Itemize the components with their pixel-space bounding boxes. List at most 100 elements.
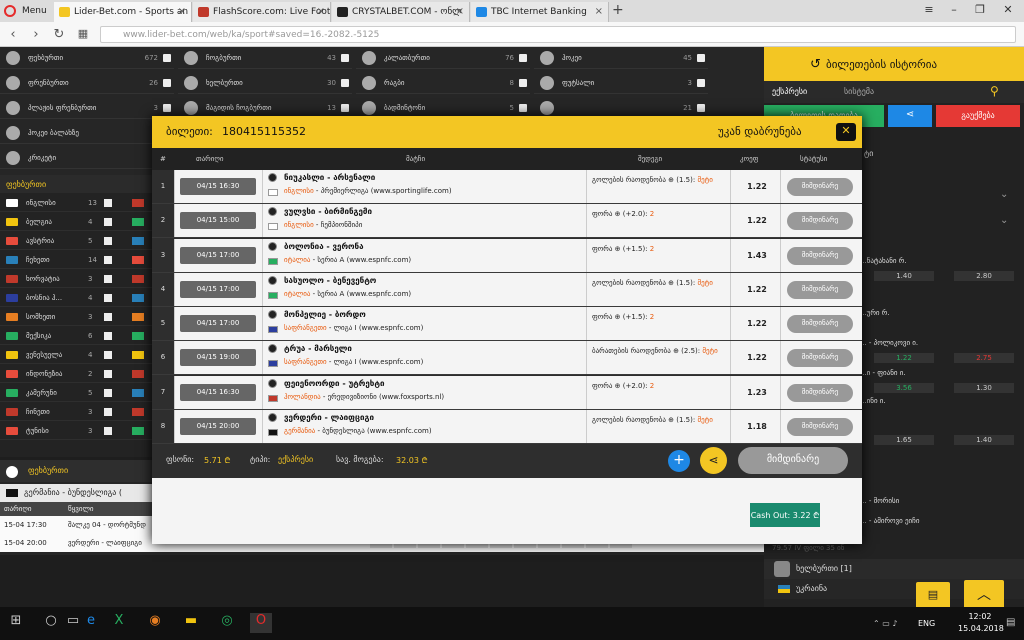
language-indicator[interactable]: ENG: [918, 619, 935, 628]
country-checkbox[interactable]: [104, 427, 112, 435]
sport-checkbox[interactable]: [697, 104, 705, 112]
new-tab-icon[interactable]: +: [612, 2, 624, 18]
close-icon[interactable]: ×: [595, 6, 603, 17]
country-checkbox[interactable]: [104, 218, 112, 226]
minimize-icon[interactable]: –: [940, 3, 968, 19]
back-icon[interactable]: ‹: [4, 27, 22, 42]
country-checkbox[interactable]: [104, 256, 112, 264]
share-button[interactable]: ⋖: [888, 105, 932, 127]
sport-checkbox[interactable]: [341, 54, 349, 62]
tab-system[interactable]: სისტემა: [844, 87, 874, 96]
country-checkbox[interactable]: [104, 408, 112, 416]
sport-checkbox[interactable]: [519, 79, 527, 87]
pin-icon[interactable]: ⚲: [990, 84, 999, 98]
event-label[interactable]: ...ინი ი.: [860, 397, 886, 405]
sport-checkbox[interactable]: [519, 54, 527, 62]
address-bar[interactable]: www.lider-bet.com/web/ka/sport#saved=16.…: [100, 26, 1016, 43]
close-icon[interactable]: ×: [178, 6, 186, 17]
chevron-down-icon[interactable]: ⌄: [1000, 215, 1008, 226]
sport-checkbox[interactable]: [697, 54, 705, 62]
country-item[interactable]: ბოსნია ჰ... 4: [0, 288, 152, 307]
country-item[interactable]: ჩინეთი 3: [0, 402, 152, 421]
odds-cell[interactable]: 2.75: [954, 353, 1014, 363]
status-button[interactable]: მიმდინარე: [738, 447, 848, 474]
country-item[interactable]: ინგლისი 13: [0, 193, 152, 212]
sport-checkbox[interactable]: [697, 79, 705, 87]
country-item[interactable]: ხორვატია 3: [0, 269, 152, 288]
status-badge[interactable]: მიმდინარე: [787, 178, 853, 196]
apps-grid-icon[interactable]: ▦: [74, 27, 92, 40]
chat-button[interactable]: ▤: [916, 582, 950, 610]
tab-tbc[interactable]: TBC Internet Banking ×: [471, 2, 609, 22]
sidebar-item-sport[interactable]: ფუტსალი 3: [534, 72, 708, 94]
close-icon[interactable]: ×: [456, 6, 464, 17]
odds-cell[interactable]: 1.65: [874, 435, 934, 445]
explorer-icon[interactable]: ▬: [180, 613, 202, 633]
table-row[interactable]: 15-04 17:30 შალკე 04 - დორტმუნდ: [0, 516, 152, 534]
status-badge[interactable]: მიმდინარე: [787, 212, 853, 231]
close-icon[interactable]: ✕: [836, 123, 856, 141]
search-icon[interactable]: ○: [40, 613, 62, 633]
table-row[interactable]: 8 04/15 20:00 ვერდერი - ლაიფციგი გერმანია -…: [152, 409, 862, 444]
sidebar-item-sport[interactable]: პლაჟის ფრენბურთი 3: [0, 97, 174, 119]
tab-lider-bet[interactable]: Lider-Bet.com - Sports an ×: [54, 2, 192, 22]
table-row[interactable]: 7 04/15 16:30 ფეიენოორდი - უტრეხტი ჰოლანდია…: [152, 375, 862, 410]
country-item[interactable]: სომხეთი 3: [0, 307, 152, 326]
sidebar-item-handball[interactable]: ხელბურთი [1]: [764, 559, 1024, 579]
opera-logo-icon[interactable]: [4, 5, 16, 17]
event-label[interactable]: ...ური რ.: [860, 309, 890, 317]
cancel-button[interactable]: გაუქმება: [936, 105, 1020, 127]
chrome-icon[interactable]: ◎: [216, 613, 238, 633]
event-label[interactable]: ... - მორისი: [860, 497, 899, 505]
add-icon[interactable]: +: [668, 450, 690, 472]
odds-cell[interactable]: 2.80: [954, 271, 1014, 281]
menu-button[interactable]: Menu: [22, 6, 47, 16]
sidebar-item-sport[interactable]: ჰოკეი 45: [534, 47, 708, 69]
table-row[interactable]: 1 04/15 16:30 ნიუკასლი - არსენალი ინგლისი -…: [152, 170, 862, 204]
odds-cell[interactable]: 1.40: [954, 435, 1014, 445]
country-checkbox[interactable]: [104, 370, 112, 378]
status-badge[interactable]: მიმდინარე: [787, 280, 853, 299]
country-checkbox[interactable]: [104, 351, 112, 359]
country-checkbox[interactable]: [104, 199, 112, 207]
status-badge[interactable]: მიმდინარე: [787, 349, 853, 368]
opera-icon[interactable]: O: [250, 613, 272, 633]
tab-flashscore[interactable]: FlashScore.com: Live Foot ×: [193, 2, 331, 22]
sport-checkbox[interactable]: [163, 54, 171, 62]
event-label[interactable]: ...ი - ფიანი ი.: [860, 369, 906, 377]
clock-date[interactable]: 15.04.2018: [958, 624, 1004, 633]
sport-checkbox[interactable]: [519, 104, 527, 112]
sidebar-item-sport[interactable]: ფეხბურთი 672: [0, 47, 174, 69]
tray-icons[interactable]: ⌃ ▭ ♪: [873, 619, 897, 628]
country-item[interactable]: კამერუნი 5: [0, 383, 152, 402]
odds-cell[interactable]: 1.30: [954, 383, 1014, 393]
country-checkbox[interactable]: [104, 389, 112, 397]
firefox-icon[interactable]: ◉: [144, 613, 166, 633]
country-checkbox[interactable]: [104, 237, 112, 245]
country-item[interactable]: ავსტრია 5: [0, 231, 152, 250]
sidebar-item-sport[interactable]: რაგბი 8: [356, 72, 530, 94]
country-checkbox[interactable]: [104, 332, 112, 340]
status-badge[interactable]: მიმდინარე: [787, 383, 853, 402]
status-badge[interactable]: მიმდინარე: [787, 417, 853, 436]
event-label[interactable]: ... - პოლიკოვი ი.: [860, 339, 918, 347]
sidebar-item-sport[interactable]: ჩოგბურთი 43: [178, 47, 352, 69]
sidebar-item-sport[interactable]: კრიკეტი3: [0, 147, 174, 169]
clock-time[interactable]: 12:02: [960, 612, 1000, 621]
sidebar-item-sport[interactable]: კალათბურთი 76: [356, 47, 530, 69]
close-icon[interactable]: ×: [317, 6, 325, 17]
tab-express[interactable]: ექსპრესი: [772, 87, 807, 96]
sidebar-item-sport[interactable]: ჰოკეი ბალახზე3: [0, 122, 174, 144]
scroll-top-button[interactable]: ︿: [964, 580, 1004, 610]
tab-crystalbet[interactable]: CRYSTALBET.COM - ონლ ×: [332, 2, 470, 22]
country-item[interactable]: ინდონეზია 2: [0, 364, 152, 383]
odds-cell[interactable]: 1.40: [874, 271, 934, 281]
reload-icon[interactable]: ↻: [50, 27, 68, 42]
country-checkbox[interactable]: [104, 275, 112, 283]
country-item[interactable]: მექსიკა 6: [0, 326, 152, 345]
sidebar-item-sport[interactable]: ხელბურთი 30: [178, 72, 352, 94]
notifications-icon[interactable]: ▤: [1006, 617, 1015, 628]
country-item[interactable]: ტუნისი 3: [0, 421, 152, 440]
table-row[interactable]: 4 04/15 17:00 სასუოლო - ბენევენტო იტალია - …: [152, 272, 862, 307]
odds-cell[interactable]: 1.22: [874, 353, 934, 363]
